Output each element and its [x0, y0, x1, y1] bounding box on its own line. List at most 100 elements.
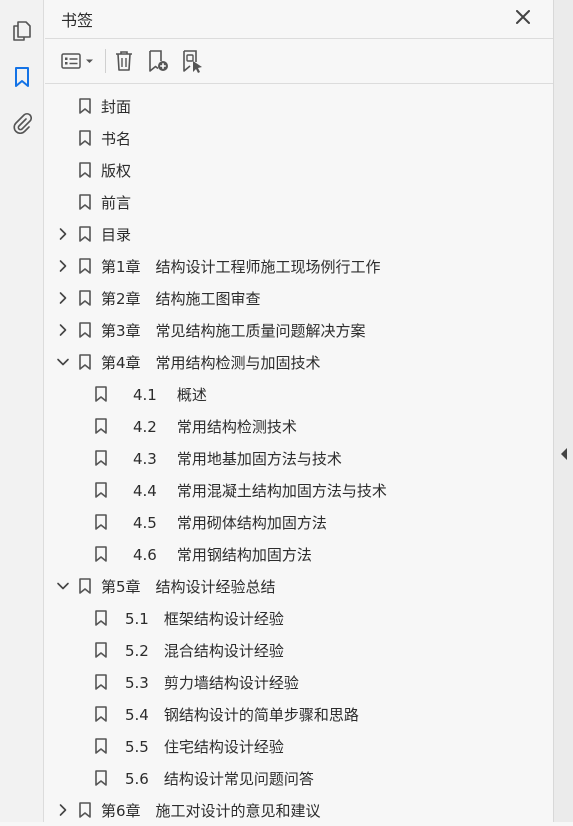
- bookmark-label: 书名: [101, 128, 131, 149]
- bookmark-item[interactable]: 第6章 施工对设计的意见和建议: [45, 794, 553, 826]
- bookmark-label: 版权: [101, 160, 131, 181]
- bookmark-label: 5.5 住宅结构设计经验: [125, 736, 284, 757]
- bookmark-title: 结构设计工程师施工现场例行工作: [155, 258, 381, 276]
- bookmark-title: 常用结构检测与加固技术: [155, 354, 321, 372]
- new-bookmark-from-structure-icon: [183, 50, 202, 73]
- bookmark-item[interactable]: 目录: [45, 218, 553, 250]
- pages-icon[interactable]: [9, 18, 35, 44]
- bookmark-item[interactable]: 5.1 框架结构设计经验: [45, 602, 553, 634]
- bookmark-icon: [95, 514, 107, 530]
- bookmark-item[interactable]: 4.2 常用结构检测技术: [45, 410, 553, 442]
- bookmark-item[interactable]: 5.4 钢结构设计的简单步骤和思路: [45, 698, 553, 730]
- bookmark-label: 5.6 结构设计常见问题问答: [125, 768, 314, 789]
- bookmark-label: 4.5 常用砌体结构加固方法: [133, 512, 327, 533]
- bookmark-number: 4.1: [133, 386, 157, 404]
- bookmark-title: 结构设计经验总结: [155, 578, 276, 596]
- bookmark-item[interactable]: 5.3 剪力墙结构设计经验: [45, 666, 553, 698]
- bookmark-item[interactable]: 4.1 概述: [45, 378, 553, 410]
- bookmark-label: 5.4 钢结构设计的简单步骤和思路: [125, 704, 359, 725]
- bookmark-item[interactable]: 第2章 结构施工图审查: [45, 282, 553, 314]
- bookmark-label: 5.2 混合结构设计经验: [125, 640, 284, 661]
- chevron-right-icon[interactable]: [56, 803, 70, 817]
- panel-collapse-bar[interactable]: [553, 0, 573, 822]
- bookmark-number: 4.5: [133, 514, 157, 532]
- bookmark-number: 4.2: [133, 418, 157, 436]
- bookmark-title: 书名: [101, 130, 132, 148]
- close-icon: [516, 10, 530, 24]
- bookmark-title: 框架结构设计经验: [163, 610, 284, 628]
- bookmark-icon: [95, 642, 107, 658]
- add-bookmark-icon: [149, 50, 168, 72]
- bookmark-label: 4.6 常用钢结构加固方法: [133, 544, 312, 565]
- bookmark-icon: [95, 738, 107, 754]
- bookmark-icon: [95, 386, 107, 402]
- bookmark-item[interactable]: 第1章 结构设计工程师施工现场例行工作: [45, 250, 553, 282]
- bookmark-item[interactable]: 4.4 常用混凝土结构加固方法与技术: [45, 474, 553, 506]
- bookmark-title: 结构设计常见问题问答: [163, 770, 314, 788]
- bookmark-number: 5.6: [125, 770, 149, 788]
- bookmark-label: 第5章 结构设计经验总结: [101, 576, 276, 597]
- bookmark-icon: [95, 610, 107, 626]
- bookmark-number: 5.4: [125, 706, 149, 724]
- bookmark-number: 4.4: [133, 482, 157, 500]
- bookmark-icon: [79, 578, 91, 594]
- close-button[interactable]: [513, 7, 533, 27]
- bookmark-item[interactable]: 4.6 常用钢结构加固方法: [45, 538, 553, 570]
- bookmark-title: 常用结构检测技术: [176, 418, 297, 436]
- add-bookmark-button[interactable]: [145, 48, 171, 74]
- delete-bookmark-button[interactable]: [111, 48, 137, 74]
- bookmark-item[interactable]: 5.2 混合结构设计经验: [45, 634, 553, 666]
- bookmark-number: 4.6: [133, 546, 157, 564]
- bookmark-number: 5.3: [125, 674, 149, 692]
- bookmark-icon: [79, 322, 91, 338]
- options-button[interactable]: [59, 48, 99, 74]
- bookmark-number: 第4章: [101, 354, 141, 372]
- bookmark-item[interactable]: 4.5 常用砌体结构加固方法: [45, 506, 553, 538]
- bookmark-icon: [79, 290, 91, 306]
- bookmark-title: 概述: [176, 386, 207, 404]
- bookmark-item[interactable]: 第3章 常见结构施工质量问题解决方案: [45, 314, 553, 346]
- bookmark-item[interactable]: 第5章 结构设计经验总结: [45, 570, 553, 602]
- bookmark-title: 施工对设计的意见和建议: [155, 802, 321, 820]
- bookmark-icon: [79, 98, 91, 114]
- bookmark-item[interactable]: 前言: [45, 186, 553, 218]
- panel-title: 书签: [61, 11, 94, 30]
- bookmark-item[interactable]: 书名: [45, 122, 553, 154]
- bookmark-label: 第6章 施工对设计的意见和建议: [101, 800, 321, 821]
- bookmark-title: 封面: [101, 98, 132, 116]
- attachment-icon[interactable]: [9, 110, 35, 136]
- bookmark-item[interactable]: 版权: [45, 154, 553, 186]
- bookmark-item[interactable]: 第4章 常用结构检测与加固技术: [45, 346, 553, 378]
- bookmark-icon: [79, 194, 91, 210]
- bookmark-item[interactable]: 5.5 住宅结构设计经验: [45, 730, 553, 762]
- new-bookmark-from-structure-button[interactable]: [179, 48, 205, 74]
- bookmark-title: 常见结构施工质量问题解决方案: [155, 322, 366, 340]
- chevron-right-icon[interactable]: [56, 323, 70, 337]
- bookmark-label: 4.1 概述: [133, 384, 207, 405]
- collapse-arrow-icon[interactable]: [559, 447, 569, 461]
- chevron-down-icon[interactable]: [56, 579, 70, 593]
- bookmark-title: 前言: [101, 194, 132, 212]
- bookmark-title: 常用地基加固方法与技术: [176, 450, 342, 468]
- bookmark-item[interactable]: 4.3 常用地基加固方法与技术: [45, 442, 553, 474]
- bookmark-icon: [95, 482, 107, 498]
- bookmark-icon[interactable]: [9, 64, 35, 90]
- bookmark-item[interactable]: 封面: [45, 90, 553, 122]
- bookmark-label: 4.4 常用混凝土结构加固方法与技术: [133, 480, 387, 501]
- left-navigation-bar: [0, 0, 44, 822]
- bookmark-number: 5.1: [125, 610, 149, 628]
- bookmark-number: 第2章: [101, 290, 141, 308]
- toolbar-separator: [105, 49, 106, 73]
- bookmark-label: 第3章 常见结构施工质量问题解决方案: [101, 320, 366, 341]
- chevron-right-icon[interactable]: [56, 291, 70, 305]
- bookmark-number: 第1章: [101, 258, 141, 276]
- bookmark-label: 5.3 剪力墙结构设计经验: [125, 672, 299, 693]
- delete-icon: [116, 51, 132, 71]
- bookmark-icon: [95, 418, 107, 434]
- chevron-right-icon[interactable]: [56, 259, 70, 273]
- chevron-right-icon[interactable]: [56, 227, 70, 241]
- chevron-down-icon[interactable]: [56, 355, 70, 369]
- bookmark-item[interactable]: 5.6 结构设计常见问题问答: [45, 762, 553, 794]
- bookmark-number: 4.3: [133, 450, 157, 468]
- bookmark-label: 5.1 框架结构设计经验: [125, 608, 284, 629]
